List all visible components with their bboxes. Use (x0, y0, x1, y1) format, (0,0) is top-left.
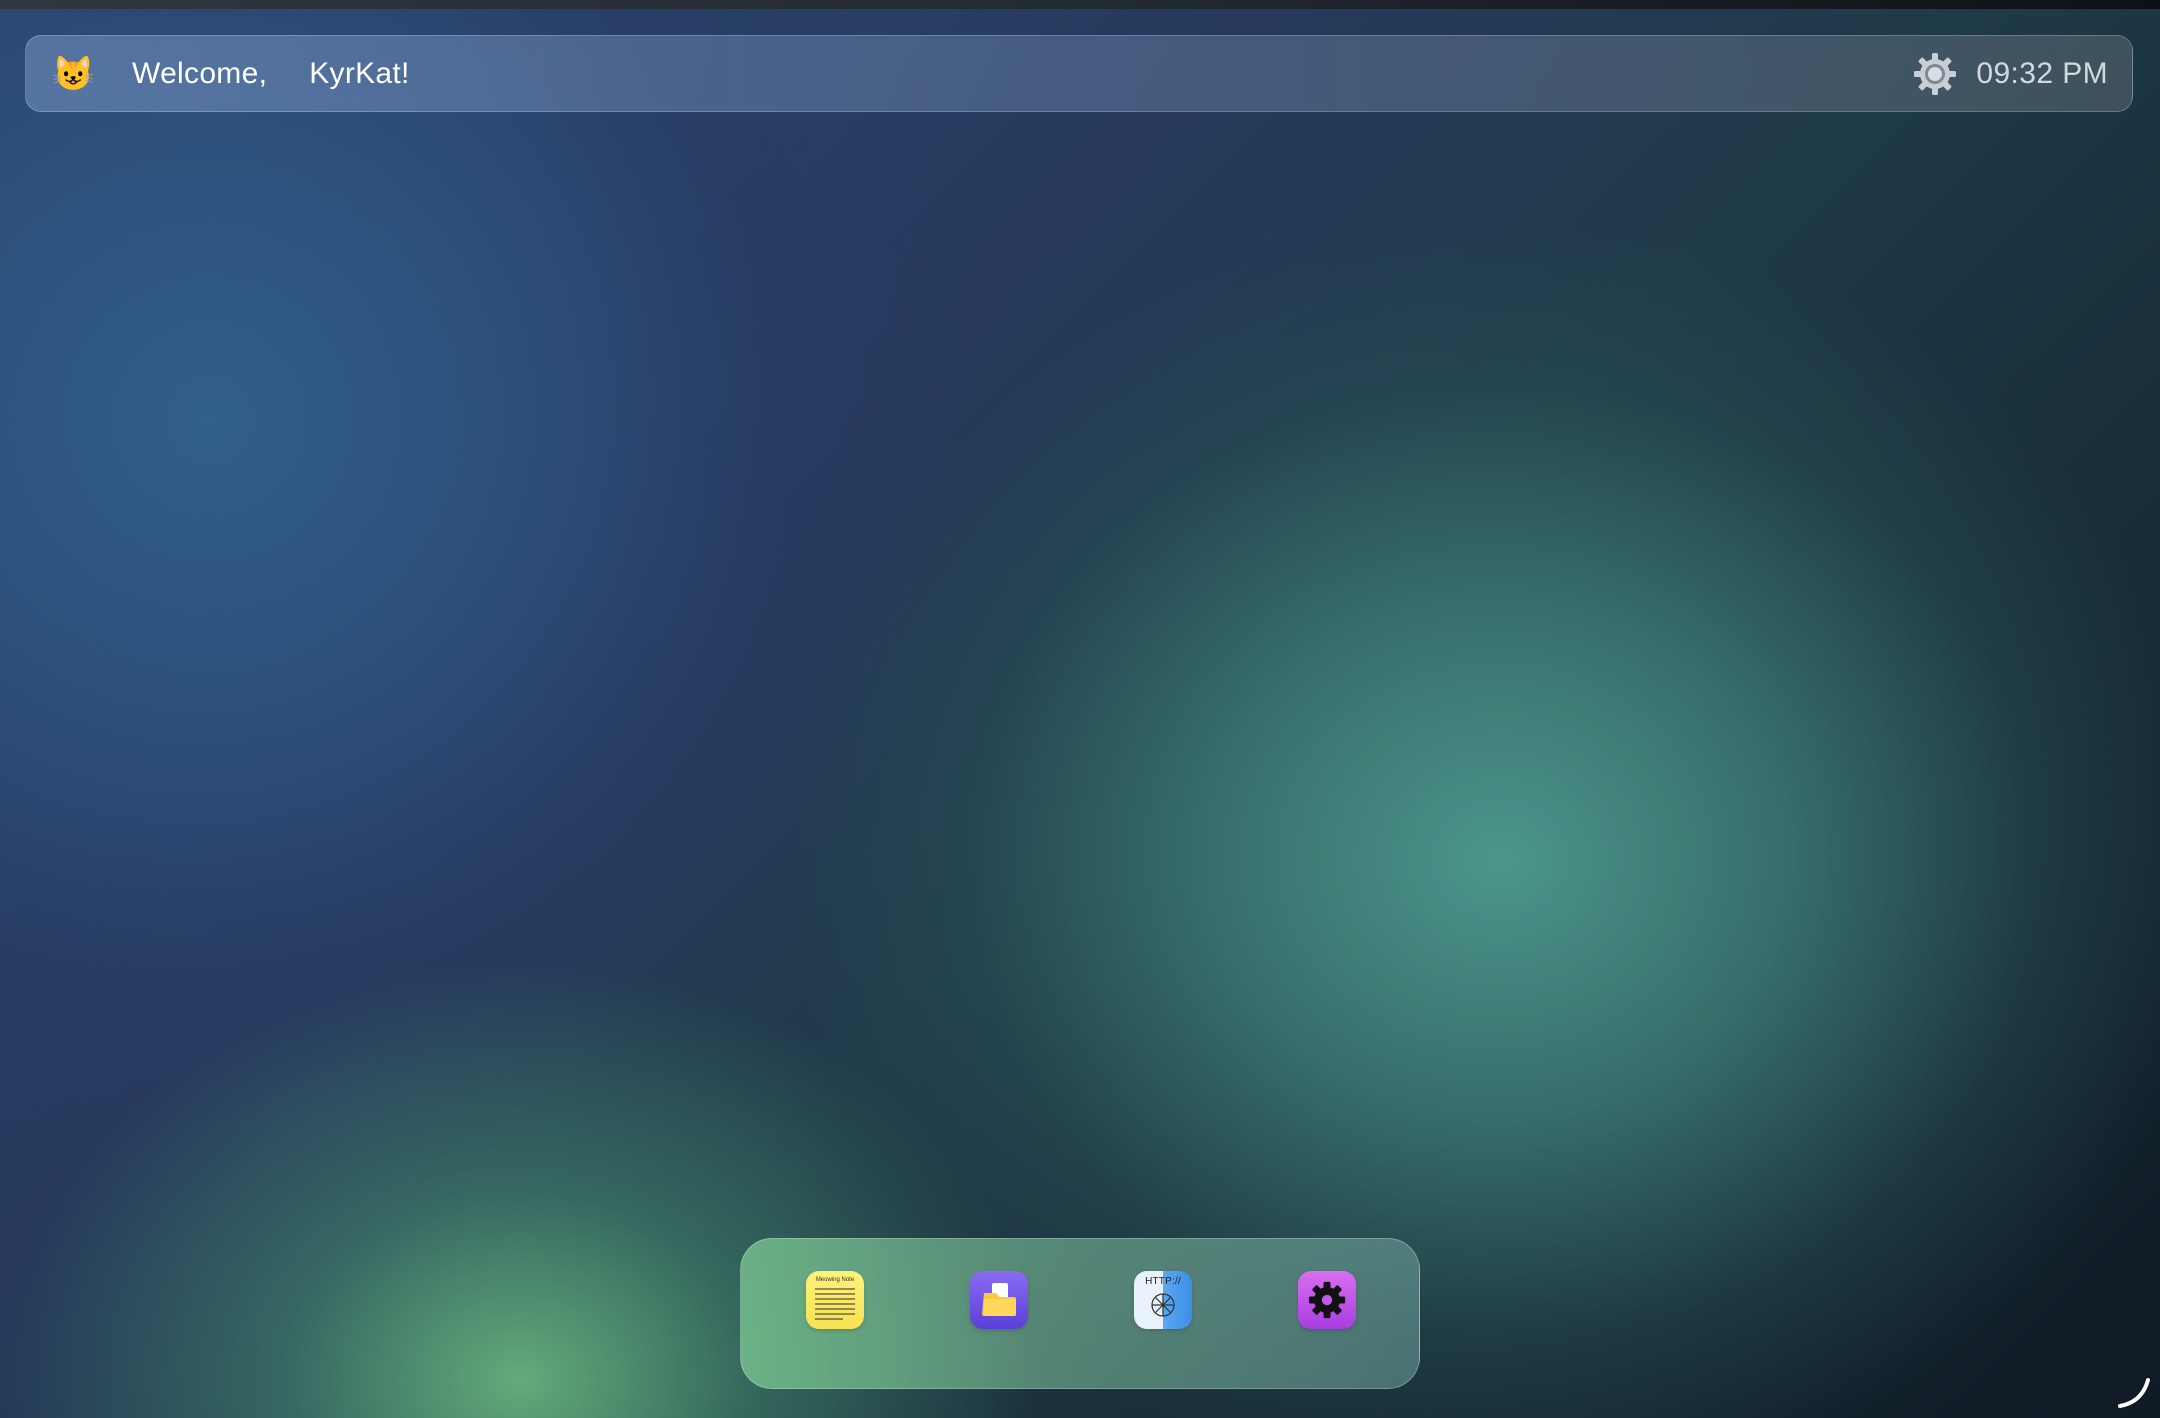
folder-icon (982, 1283, 1016, 1316)
avatar[interactable]: 😺 (52, 54, 94, 94)
settings-button[interactable] (1912, 51, 1958, 97)
top-bar: 😺 Welcome, KyrKat! 09:32 PM (25, 35, 2133, 112)
settings-app-button[interactable] (1298, 1271, 1356, 1329)
resize-handle-icon[interactable] (2116, 1374, 2152, 1410)
sticky-note-icon-caption: Meowing Note (815, 1277, 855, 1283)
desktop-background (0, 0, 2160, 1418)
gear-icon (1914, 52, 1957, 95)
username: KyrKat! (309, 56, 410, 90)
files-app-button[interactable] (970, 1271, 1028, 1329)
browser-app-button[interactable]: HTTP:// (1134, 1271, 1192, 1329)
window-top-strip (0, 0, 2160, 9)
notes-app-button[interactable]: Meowing Note (806, 1271, 864, 1329)
globe-icon (1151, 1293, 1175, 1317)
browser-icon-caption: HTTP:// (1145, 1276, 1181, 1287)
welcome-text: Welcome, (132, 56, 268, 90)
clock[interactable]: 09:32 PM (1976, 57, 2108, 91)
dock: Meowing Note HTTP:// (740, 1238, 1420, 1389)
gear-icon (1308, 1281, 1346, 1319)
sticky-note-icon (815, 1288, 855, 1323)
